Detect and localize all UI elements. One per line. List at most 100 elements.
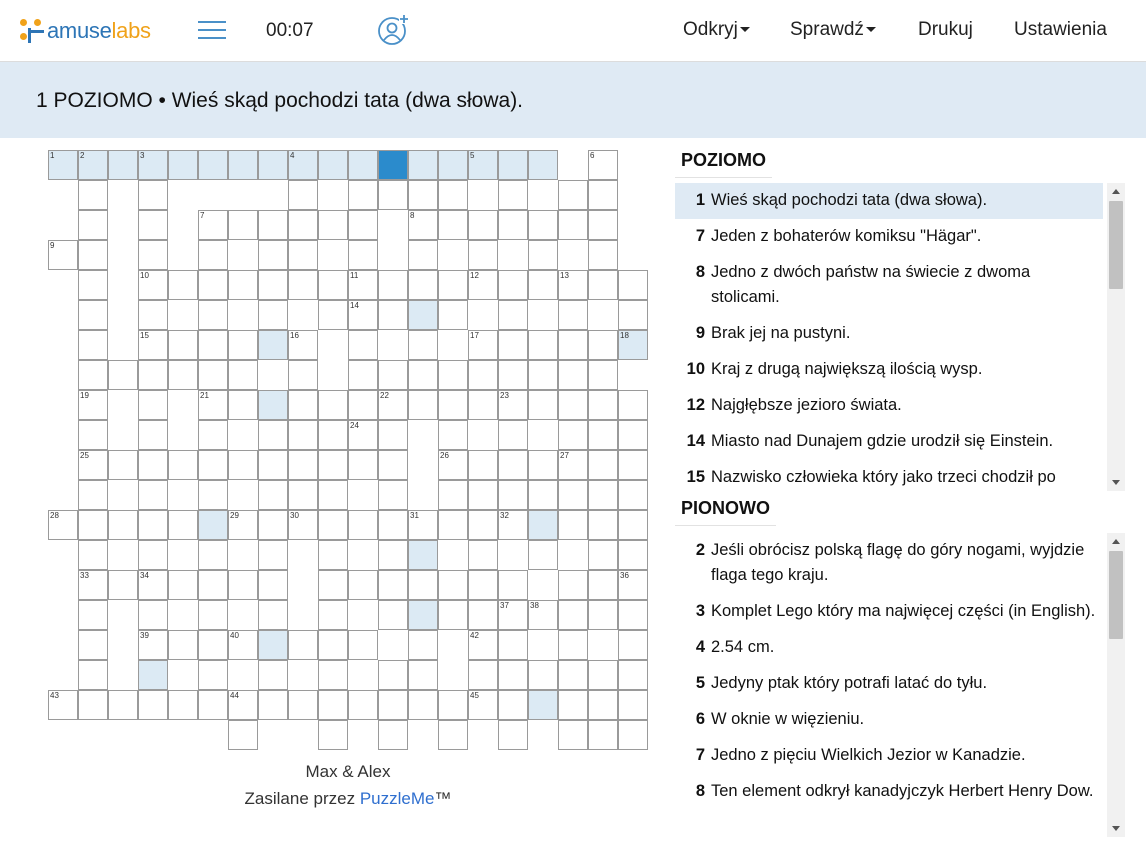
grid-cell[interactable] <box>318 300 348 330</box>
grid-cell[interactable] <box>588 210 618 240</box>
grid-cell[interactable] <box>288 270 318 300</box>
grid-cell[interactable] <box>378 660 408 690</box>
grid-cell[interactable] <box>558 420 588 450</box>
grid-cell[interactable] <box>138 210 168 240</box>
grid-cell[interactable] <box>198 300 228 330</box>
grid-cell[interactable] <box>618 600 648 630</box>
grid-cell[interactable] <box>618 300 648 330</box>
grid-cell[interactable]: 29 <box>228 510 258 540</box>
grid-cell[interactable] <box>378 510 408 540</box>
grid-cell[interactable] <box>78 240 108 270</box>
grid-cell[interactable] <box>258 420 288 450</box>
grid-cell[interactable] <box>198 690 228 720</box>
grid-cell[interactable] <box>588 390 618 420</box>
grid-cell[interactable] <box>288 180 318 210</box>
grid-cell[interactable] <box>348 180 378 210</box>
grid-cell[interactable] <box>588 360 618 390</box>
down-scrollbar[interactable] <box>1107 533 1125 837</box>
grid-cell[interactable] <box>348 240 378 270</box>
grid-cell[interactable] <box>258 660 288 690</box>
grid-cell[interactable] <box>498 660 528 690</box>
grid-cell[interactable] <box>528 150 558 180</box>
grid-cell[interactable] <box>318 600 348 630</box>
grid-cell[interactable] <box>438 270 468 300</box>
grid-cell[interactable] <box>108 570 138 600</box>
grid-cell[interactable] <box>258 570 288 600</box>
grid-cell[interactable] <box>438 180 468 210</box>
grid-cell[interactable] <box>618 450 648 480</box>
grid-cell[interactable]: 23 <box>498 390 528 420</box>
reveal-menu-button[interactable]: Odkryj <box>683 19 750 41</box>
grid-cell[interactable] <box>408 300 438 330</box>
across-clue-8[interactable]: 8 Jedno z dwóch państw na świecie z dwoma… <box>675 255 1103 316</box>
grid-cell[interactable] <box>78 480 108 510</box>
grid-cell[interactable] <box>618 660 648 690</box>
grid-cell[interactable] <box>558 390 588 420</box>
grid-cell[interactable] <box>168 570 198 600</box>
grid-cell[interactable] <box>138 420 168 450</box>
grid-cell[interactable] <box>618 270 648 300</box>
grid-cell[interactable] <box>108 150 138 180</box>
grid-cell[interactable] <box>618 690 648 720</box>
grid-cell[interactable] <box>498 690 528 720</box>
grid-cell[interactable]: 21 <box>198 390 228 420</box>
grid-cell[interactable]: 30 <box>288 510 318 540</box>
grid-cell[interactable] <box>498 720 528 750</box>
grid-cell[interactable] <box>168 150 198 180</box>
grid-cell[interactable] <box>198 240 228 270</box>
grid-cell[interactable] <box>408 270 438 300</box>
grid-cell[interactable] <box>288 690 318 720</box>
grid-cell[interactable] <box>558 360 588 390</box>
grid-cell[interactable]: 17 <box>468 330 498 360</box>
grid-cell[interactable] <box>468 390 498 420</box>
grid-cell[interactable] <box>408 360 438 390</box>
grid-cell[interactable] <box>438 720 468 750</box>
grid-cell[interactable] <box>528 270 558 300</box>
grid-cell[interactable] <box>468 660 498 690</box>
grid-cell[interactable] <box>198 600 228 630</box>
grid-cell[interactable] <box>498 150 528 180</box>
grid-cell[interactable] <box>198 420 228 450</box>
grid-cell[interactable] <box>138 240 168 270</box>
grid-cell[interactable] <box>138 540 168 570</box>
grid-cell[interactable]: 9 <box>48 240 78 270</box>
grid-cell[interactable] <box>558 330 588 360</box>
grid-cell[interactable] <box>468 510 498 540</box>
across-clue-1[interactable]: 1 Wieś skąd pochodzi tata (dwa słowa). <box>675 183 1103 219</box>
grid-cell[interactable] <box>558 720 588 750</box>
grid-cell[interactable]: 3 <box>138 150 168 180</box>
grid-cell[interactable] <box>498 300 528 330</box>
grid-cell[interactable] <box>258 390 288 420</box>
grid-cell[interactable] <box>408 180 438 210</box>
grid-cell[interactable]: 26 <box>438 450 468 480</box>
grid-cell[interactable] <box>588 570 618 600</box>
grid-cell[interactable] <box>438 600 468 630</box>
grid-cell[interactable]: 12 <box>468 270 498 300</box>
grid-cell[interactable] <box>258 540 288 570</box>
grid-cell[interactable] <box>558 300 588 330</box>
grid-cell[interactable] <box>168 270 198 300</box>
grid-cell[interactable] <box>138 300 168 330</box>
across-clue-10[interactable]: 10 Kraj z drugą największą ilością wysp. <box>675 352 1103 388</box>
grid-cell[interactable] <box>408 660 438 690</box>
grid-cell[interactable] <box>228 270 258 300</box>
grid-cell[interactable] <box>138 390 168 420</box>
grid-cell[interactable] <box>528 450 558 480</box>
grid-cell[interactable] <box>348 210 378 240</box>
grid-cell[interactable]: 33 <box>78 570 108 600</box>
grid-cell[interactable] <box>228 330 258 360</box>
down-clue-7[interactable]: 7 Jedno z pięciu Wielkich Jezior w Kanadz… <box>675 738 1103 774</box>
grid-cell[interactable] <box>198 510 228 540</box>
grid-cell[interactable]: 45 <box>468 690 498 720</box>
grid-cell[interactable] <box>618 390 648 420</box>
grid-cell[interactable] <box>378 420 408 450</box>
grid-cell[interactable]: 13 <box>558 270 588 300</box>
check-menu-button[interactable]: Sprawdź <box>790 19 876 41</box>
grid-cell[interactable] <box>558 480 588 510</box>
grid-cell[interactable] <box>258 510 288 540</box>
across-clue-15[interactable]: 15 Nazwisko człowieka który jako trzeci c… <box>675 460 1103 491</box>
grid-cell[interactable] <box>288 240 318 270</box>
grid-cell[interactable] <box>78 180 108 210</box>
grid-cell[interactable] <box>498 420 528 450</box>
grid-cell[interactable] <box>258 240 288 270</box>
